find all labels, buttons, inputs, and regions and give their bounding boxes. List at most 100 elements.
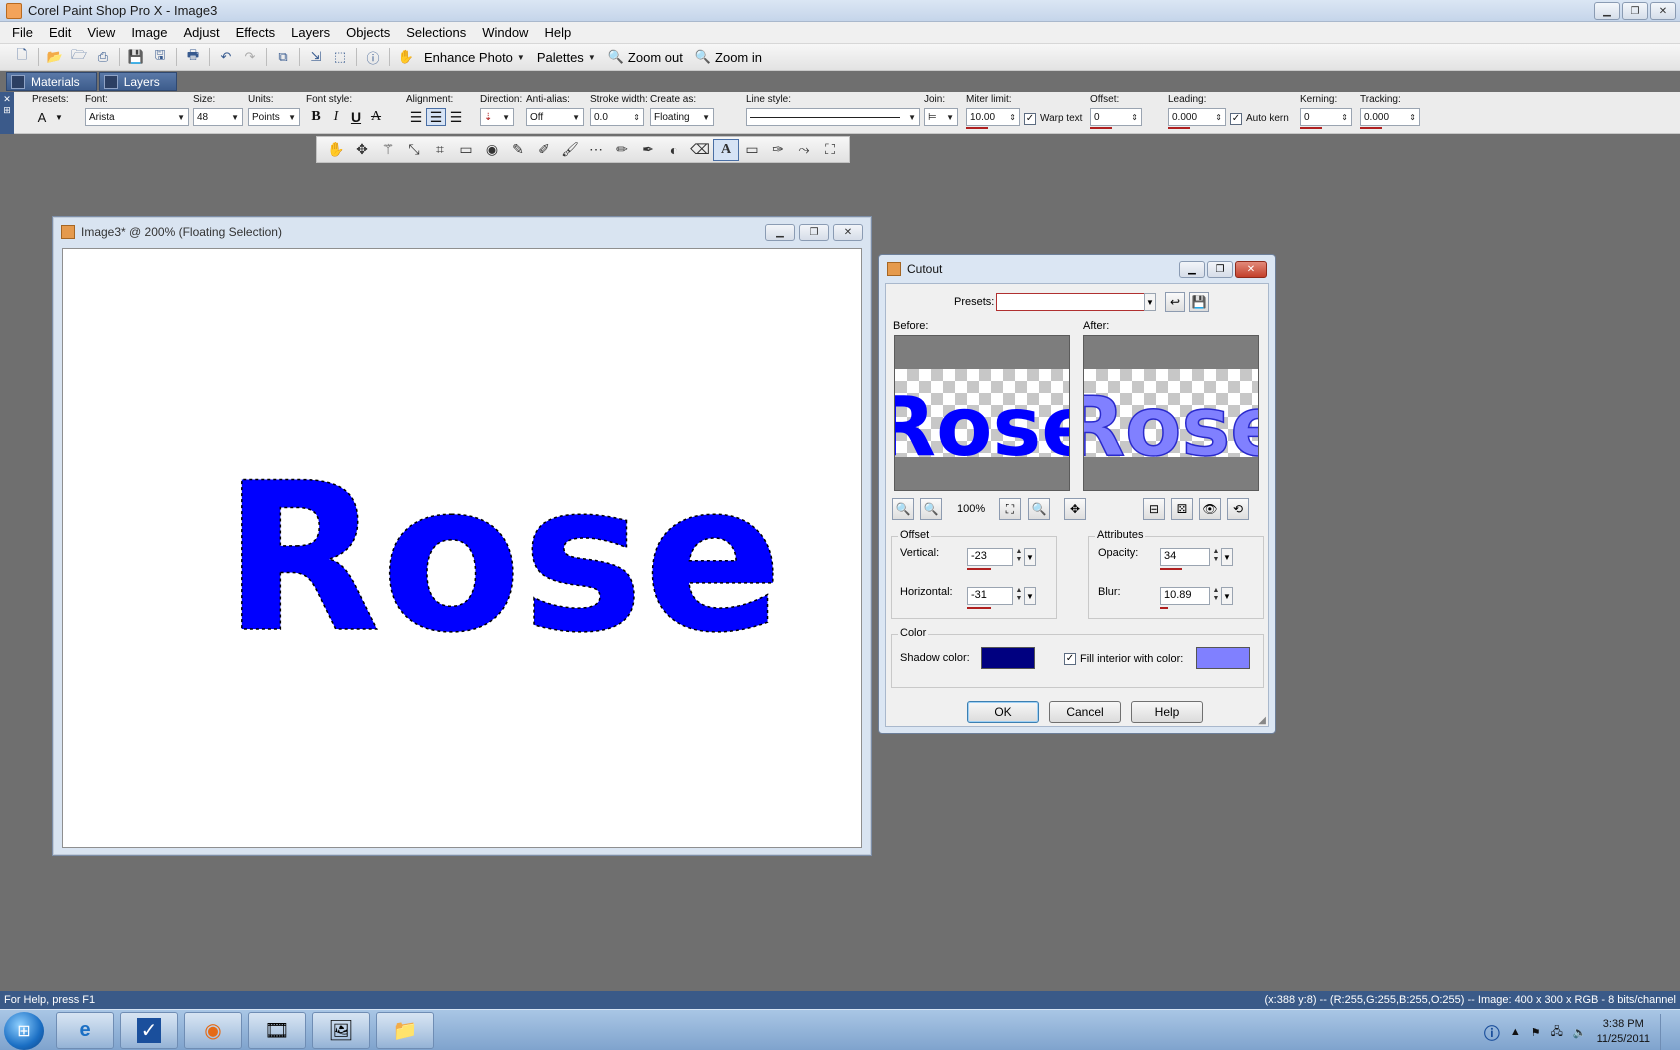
menu-objects[interactable]: Objects xyxy=(338,25,398,40)
save-preset-icon[interactable]: 💾 xyxy=(1189,292,1209,312)
smudge-tool-icon[interactable]: ✏ xyxy=(609,139,635,161)
eraser-icon[interactable]: ⌫ xyxy=(687,139,713,161)
align-left-icon[interactable]: ☰ xyxy=(406,108,426,126)
menu-edit[interactable]: Edit xyxy=(41,25,79,40)
minimize-button[interactable]: ▁ xyxy=(1594,2,1620,20)
vertical-input[interactable]: -23 xyxy=(967,548,1013,566)
redo-icon[interactable]: ↷ xyxy=(241,48,259,66)
offset-input[interactable]: 0 ⇕ xyxy=(1090,108,1142,126)
create-as-select[interactable]: Floating ▼ xyxy=(650,108,714,126)
document-title-bar[interactable]: Image3* @ 200% (Floating Selection) xyxy=(53,217,871,247)
volume-icon[interactable]: 🔈 xyxy=(1573,1026,1587,1039)
network-icon[interactable]: 🖧 xyxy=(1551,1023,1563,1042)
taskbar-task-app[interactable]: ✓ xyxy=(120,1012,178,1049)
spinner-icon[interactable]: ⇕ xyxy=(633,113,640,122)
menu-layers[interactable]: Layers xyxy=(283,25,338,40)
horizontal-input[interactable]: -31 xyxy=(967,587,1013,605)
taskbar-explorer[interactable]: 📁 xyxy=(376,1012,434,1049)
show-desktop-button[interactable] xyxy=(1660,1014,1672,1050)
chevron-down-icon[interactable]: ▼ xyxy=(1221,587,1233,605)
paint-brush-icon[interactable]: 🖌 xyxy=(557,139,583,161)
start-button[interactable]: ⊞ xyxy=(4,1012,44,1050)
navigate-icon[interactable]: ✥ xyxy=(1064,498,1086,520)
brush-variant-icon[interactable]: ✒ xyxy=(635,139,661,161)
browse-icon[interactable]: 🗁 xyxy=(70,47,88,66)
action-center-icon[interactable]: ⚑ xyxy=(1531,1026,1541,1039)
learning-center-icon[interactable]: ✋ xyxy=(397,48,415,66)
spinner-icon[interactable]: ▲ ▼ xyxy=(1211,587,1221,605)
new-window-icon[interactable]: ⧉ xyxy=(274,48,292,66)
blur-input[interactable]: 10.89 xyxy=(1160,587,1210,605)
toggle-preview-icon[interactable]: ⊟ xyxy=(1143,498,1165,520)
strikethrough-button[interactable]: A xyxy=(366,108,386,126)
info-tray-icon[interactable]: ⓘ xyxy=(1484,1020,1500,1044)
pan-tool-icon[interactable]: ✋ xyxy=(323,139,349,161)
lighten-darken-icon[interactable]: ◐ xyxy=(661,139,687,161)
spinner-icon[interactable]: ⇕ xyxy=(1215,113,1222,122)
canvas-size-icon[interactable]: ⬚ xyxy=(331,48,349,66)
dropper-icon[interactable]: ⤡ xyxy=(401,139,427,161)
fill-color-swatch[interactable] xyxy=(1196,647,1250,669)
text-tool-icon[interactable]: A xyxy=(713,138,739,161)
help-button[interactable]: Help xyxy=(1131,701,1203,723)
menu-window[interactable]: Window xyxy=(474,25,536,40)
makeover-icon[interactable]: ✎ xyxy=(505,139,531,161)
clock[interactable]: 3:38 PM 11/25/2011 xyxy=(1597,1017,1650,1047)
magic-wand-icon[interactable]: ⚚ xyxy=(375,139,401,161)
resize-grip-icon[interactable]: ◢ xyxy=(1258,715,1266,726)
tab-materials[interactable]: Materials xyxy=(6,72,97,91)
align-center-icon[interactable]: ☰ xyxy=(426,108,446,126)
spinner-icon[interactable]: ⇕ xyxy=(1409,113,1416,122)
new-file-icon[interactable]: 🗋 xyxy=(13,47,31,66)
menu-file[interactable]: File xyxy=(4,25,41,40)
dialog-maximize-button[interactable]: ❐ xyxy=(1207,261,1233,278)
fill-interior-checkbox[interactable]: ✓ xyxy=(1064,653,1076,665)
crop-tool-icon[interactable]: ⌗ xyxy=(427,139,453,161)
spinner-icon[interactable]: ▲ ▼ xyxy=(1211,548,1221,566)
tracking-input[interactable]: 0.000 ⇕ xyxy=(1360,108,1420,126)
restore-button[interactable]: ❐ xyxy=(1622,2,1648,20)
taskbar-media-app[interactable]: 🎞 xyxy=(248,1012,306,1049)
bold-button[interactable]: B xyxy=(306,108,326,126)
selection-tool-icon[interactable]: ▭ xyxy=(453,139,479,161)
presets-select[interactable] xyxy=(996,293,1146,311)
after-preview[interactable]: Rose xyxy=(1083,335,1259,491)
direction-select[interactable]: ⇣ ▼ xyxy=(480,108,514,126)
scan-icon[interactable]: ⎙ xyxy=(94,48,112,66)
clone-brush-icon[interactable]: ✐ xyxy=(531,139,557,161)
shadow-color-swatch[interactable] xyxy=(981,647,1035,669)
font-select[interactable]: Arista ▼ xyxy=(85,108,189,126)
before-preview[interactable]: Rose xyxy=(894,335,1070,491)
randomize-icon[interactable]: ⚄ xyxy=(1171,498,1193,520)
flood-fill-icon[interactable]: ⛶ xyxy=(817,139,843,161)
align-right-icon[interactable]: ☰ xyxy=(446,108,466,126)
preview-zoom-out-icon[interactable]: 🔍 xyxy=(892,498,914,520)
open-folder-icon[interactable]: 📂 xyxy=(46,48,64,66)
join-select[interactable]: ⊨ ▼ xyxy=(924,108,958,126)
taskbar-paint-shop-pro[interactable]: 🖼 xyxy=(312,1012,370,1049)
leading-input[interactable]: 0.000 ⇕ xyxy=(1168,108,1226,126)
chevron-down-icon[interactable]: ▼ xyxy=(1144,293,1156,311)
warp-brush-icon[interactable]: ⤳ xyxy=(791,139,817,161)
fit-preview-icon[interactable]: ⛶ xyxy=(999,498,1021,520)
menu-selections[interactable]: Selections xyxy=(398,25,474,40)
undo-icon[interactable]: ↶ xyxy=(217,48,235,66)
tab-layers[interactable]: Layers xyxy=(98,72,177,91)
spinner-icon[interactable]: ⇕ xyxy=(1009,113,1016,122)
cancel-button[interactable]: Cancel xyxy=(1049,701,1121,723)
spinner-icon[interactable]: ⇕ xyxy=(1131,113,1138,122)
menu-help[interactable]: Help xyxy=(536,25,579,40)
dodge-tool-icon[interactable]: ⋯ xyxy=(583,139,609,161)
move-tool-icon[interactable]: ✥ xyxy=(349,139,375,161)
menu-effects[interactable]: Effects xyxy=(228,25,284,40)
zoom-out-button[interactable]: 🔍 Zoom out xyxy=(608,49,683,65)
menu-image[interactable]: Image xyxy=(123,25,175,40)
print-icon[interactable]: 🖶 xyxy=(184,47,202,66)
document-close-button[interactable]: ✕ xyxy=(833,224,863,241)
chevron-down-icon[interactable]: ▼ xyxy=(1221,548,1233,566)
dialog-close-button[interactable]: ✕ xyxy=(1235,261,1267,278)
spinner-icon[interactable]: ⇕ xyxy=(1341,113,1348,122)
preview-zoom-icon[interactable]: 🔍 xyxy=(1028,498,1050,520)
image-canvas[interactable]: Rose xyxy=(62,248,862,848)
show-hidden-icons-icon[interactable]: ▲ xyxy=(1510,1026,1521,1038)
